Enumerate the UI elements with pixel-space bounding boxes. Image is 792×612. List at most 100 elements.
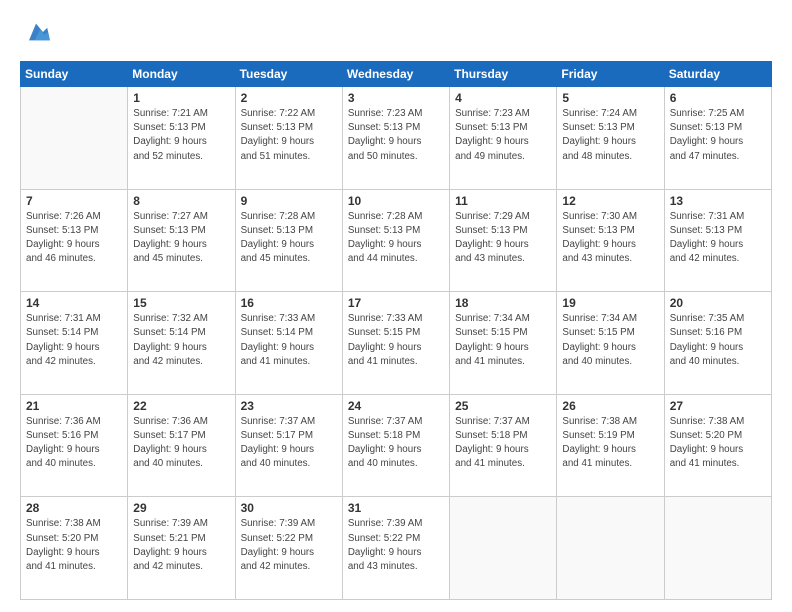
weekday-header-sunday: Sunday	[21, 62, 128, 87]
day-info: Sunrise: 7:38 AMSunset: 5:20 PMDaylight:…	[670, 415, 766, 472]
header	[20, 18, 772, 51]
day-info: Sunrise: 7:35 AMSunset: 5:16 PMDaylight:…	[670, 312, 766, 369]
day-info: Sunrise: 7:23 AMSunset: 5:13 PMDaylight:…	[455, 107, 551, 164]
day-info: Sunrise: 7:39 AMSunset: 5:22 PMDaylight:…	[348, 517, 444, 574]
day-number: 5	[562, 91, 658, 105]
day-number: 12	[562, 194, 658, 208]
day-number: 1	[133, 91, 229, 105]
day-number: 25	[455, 399, 551, 413]
calendar-cell: 14 Sunrise: 7:31 AMSunset: 5:14 PMDayligh…	[21, 292, 128, 395]
day-info: Sunrise: 7:28 AMSunset: 5:13 PMDaylight:…	[348, 210, 444, 267]
calendar-week-row: 14 Sunrise: 7:31 AMSunset: 5:14 PMDayligh…	[21, 292, 772, 395]
calendar-cell: 5 Sunrise: 7:24 AMSunset: 5:13 PMDaylight…	[557, 87, 664, 190]
calendar-cell: 21 Sunrise: 7:36 AMSunset: 5:16 PMDayligh…	[21, 394, 128, 497]
weekday-header-thursday: Thursday	[450, 62, 557, 87]
calendar-table: SundayMondayTuesdayWednesdayThursdayFrid…	[20, 61, 772, 600]
day-number: 22	[133, 399, 229, 413]
day-info: Sunrise: 7:24 AMSunset: 5:13 PMDaylight:…	[562, 107, 658, 164]
weekday-header-row: SundayMondayTuesdayWednesdayThursdayFrid…	[21, 62, 772, 87]
day-info: Sunrise: 7:22 AMSunset: 5:13 PMDaylight:…	[241, 107, 337, 164]
calendar-cell: 31 Sunrise: 7:39 AMSunset: 5:22 PMDayligh…	[342, 497, 449, 600]
day-info: Sunrise: 7:37 AMSunset: 5:18 PMDaylight:…	[348, 415, 444, 472]
calendar-week-row: 1 Sunrise: 7:21 AMSunset: 5:13 PMDaylight…	[21, 87, 772, 190]
day-info: Sunrise: 7:28 AMSunset: 5:13 PMDaylight:…	[241, 210, 337, 267]
day-info: Sunrise: 7:21 AMSunset: 5:13 PMDaylight:…	[133, 107, 229, 164]
day-number: 2	[241, 91, 337, 105]
calendar-cell	[557, 497, 664, 600]
day-number: 3	[348, 91, 444, 105]
day-number: 24	[348, 399, 444, 413]
calendar-cell: 2 Sunrise: 7:22 AMSunset: 5:13 PMDaylight…	[235, 87, 342, 190]
day-info: Sunrise: 7:33 AMSunset: 5:14 PMDaylight:…	[241, 312, 337, 369]
calendar-cell: 30 Sunrise: 7:39 AMSunset: 5:22 PMDayligh…	[235, 497, 342, 600]
day-info: Sunrise: 7:34 AMSunset: 5:15 PMDaylight:…	[562, 312, 658, 369]
day-number: 31	[348, 501, 444, 515]
day-number: 21	[26, 399, 122, 413]
calendar-cell: 22 Sunrise: 7:36 AMSunset: 5:17 PMDayligh…	[128, 394, 235, 497]
calendar-cell: 25Sunrise: 7:37 AMSunset: 5:18 PMDayligh…	[450, 394, 557, 497]
day-number: 26	[562, 399, 658, 413]
day-number: 15	[133, 296, 229, 310]
day-info: Sunrise: 7:31 AMSunset: 5:14 PMDaylight:…	[26, 312, 122, 369]
day-info: Sunrise: 7:36 AMSunset: 5:17 PMDaylight:…	[133, 415, 229, 472]
day-number: 20	[670, 296, 766, 310]
day-info: Sunrise: 7:38 AMSunset: 5:20 PMDaylight:…	[26, 517, 122, 574]
calendar-week-row: 28 Sunrise: 7:38 AMSunset: 5:20 PMDayligh…	[21, 497, 772, 600]
day-info: Sunrise: 7:37 AMSunset: 5:17 PMDaylight:…	[241, 415, 337, 472]
day-info: Sunrise: 7:25 AMSunset: 5:13 PMDaylight:…	[670, 107, 766, 164]
day-number: 13	[670, 194, 766, 208]
weekday-header-saturday: Saturday	[664, 62, 771, 87]
day-number: 7	[26, 194, 122, 208]
logo-icon	[22, 18, 50, 46]
day-number: 9	[241, 194, 337, 208]
calendar-cell: 4 Sunrise: 7:23 AMSunset: 5:13 PMDaylight…	[450, 87, 557, 190]
page: SundayMondayTuesdayWednesdayThursdayFrid…	[0, 0, 792, 612]
calendar-cell	[21, 87, 128, 190]
day-number: 17	[348, 296, 444, 310]
calendar-cell: 10 Sunrise: 7:28 AMSunset: 5:13 PMDayligh…	[342, 189, 449, 292]
calendar-cell: 19 Sunrise: 7:34 AMSunset: 5:15 PMDayligh…	[557, 292, 664, 395]
day-number: 14	[26, 296, 122, 310]
calendar-cell: 16 Sunrise: 7:33 AMSunset: 5:14 PMDayligh…	[235, 292, 342, 395]
day-number: 11	[455, 194, 551, 208]
calendar-cell: 27Sunrise: 7:38 AMSunset: 5:20 PMDayligh…	[664, 394, 771, 497]
calendar-cell: 28 Sunrise: 7:38 AMSunset: 5:20 PMDayligh…	[21, 497, 128, 600]
calendar-cell: 20 Sunrise: 7:35 AMSunset: 5:16 PMDayligh…	[664, 292, 771, 395]
calendar-cell: 15Sunrise: 7:32 AMSunset: 5:14 PMDayligh…	[128, 292, 235, 395]
calendar-cell: 29Sunrise: 7:39 AMSunset: 5:21 PMDayligh…	[128, 497, 235, 600]
calendar-cell: 9 Sunrise: 7:28 AMSunset: 5:13 PMDaylight…	[235, 189, 342, 292]
calendar-cell: 3Sunrise: 7:23 AMSunset: 5:13 PMDaylight…	[342, 87, 449, 190]
calendar-week-row: 21 Sunrise: 7:36 AMSunset: 5:16 PMDayligh…	[21, 394, 772, 497]
day-number: 6	[670, 91, 766, 105]
day-info: Sunrise: 7:34 AMSunset: 5:15 PMDaylight:…	[455, 312, 551, 369]
calendar-cell	[664, 497, 771, 600]
day-number: 23	[241, 399, 337, 413]
calendar-cell: 12 Sunrise: 7:30 AMSunset: 5:13 PMDayligh…	[557, 189, 664, 292]
day-info: Sunrise: 7:30 AMSunset: 5:13 PMDaylight:…	[562, 210, 658, 267]
logo	[20, 18, 54, 51]
calendar-cell: 18Sunrise: 7:34 AMSunset: 5:15 PMDayligh…	[450, 292, 557, 395]
day-info: Sunrise: 7:36 AMSunset: 5:16 PMDaylight:…	[26, 415, 122, 472]
day-info: Sunrise: 7:29 AMSunset: 5:13 PMDaylight:…	[455, 210, 551, 267]
day-info: Sunrise: 7:26 AMSunset: 5:13 PMDaylight:…	[26, 210, 122, 267]
weekday-header-wednesday: Wednesday	[342, 62, 449, 87]
day-number: 28	[26, 501, 122, 515]
day-info: Sunrise: 7:39 AMSunset: 5:22 PMDaylight:…	[241, 517, 337, 574]
day-info: Sunrise: 7:33 AMSunset: 5:15 PMDaylight:…	[348, 312, 444, 369]
calendar-cell: 6 Sunrise: 7:25 AMSunset: 5:13 PMDaylight…	[664, 87, 771, 190]
weekday-header-monday: Monday	[128, 62, 235, 87]
day-number: 4	[455, 91, 551, 105]
day-number: 10	[348, 194, 444, 208]
weekday-header-tuesday: Tuesday	[235, 62, 342, 87]
calendar-cell: 17 Sunrise: 7:33 AMSunset: 5:15 PMDayligh…	[342, 292, 449, 395]
day-info: Sunrise: 7:38 AMSunset: 5:19 PMDaylight:…	[562, 415, 658, 472]
day-number: 19	[562, 296, 658, 310]
calendar-cell: 8Sunrise: 7:27 AMSunset: 5:13 PMDaylight…	[128, 189, 235, 292]
day-number: 30	[241, 501, 337, 515]
calendar-cell	[450, 497, 557, 600]
day-number: 29	[133, 501, 229, 515]
day-number: 16	[241, 296, 337, 310]
calendar-cell: 7 Sunrise: 7:26 AMSunset: 5:13 PMDaylight…	[21, 189, 128, 292]
calendar-cell: 24 Sunrise: 7:37 AMSunset: 5:18 PMDayligh…	[342, 394, 449, 497]
calendar-cell: 13Sunrise: 7:31 AMSunset: 5:13 PMDayligh…	[664, 189, 771, 292]
